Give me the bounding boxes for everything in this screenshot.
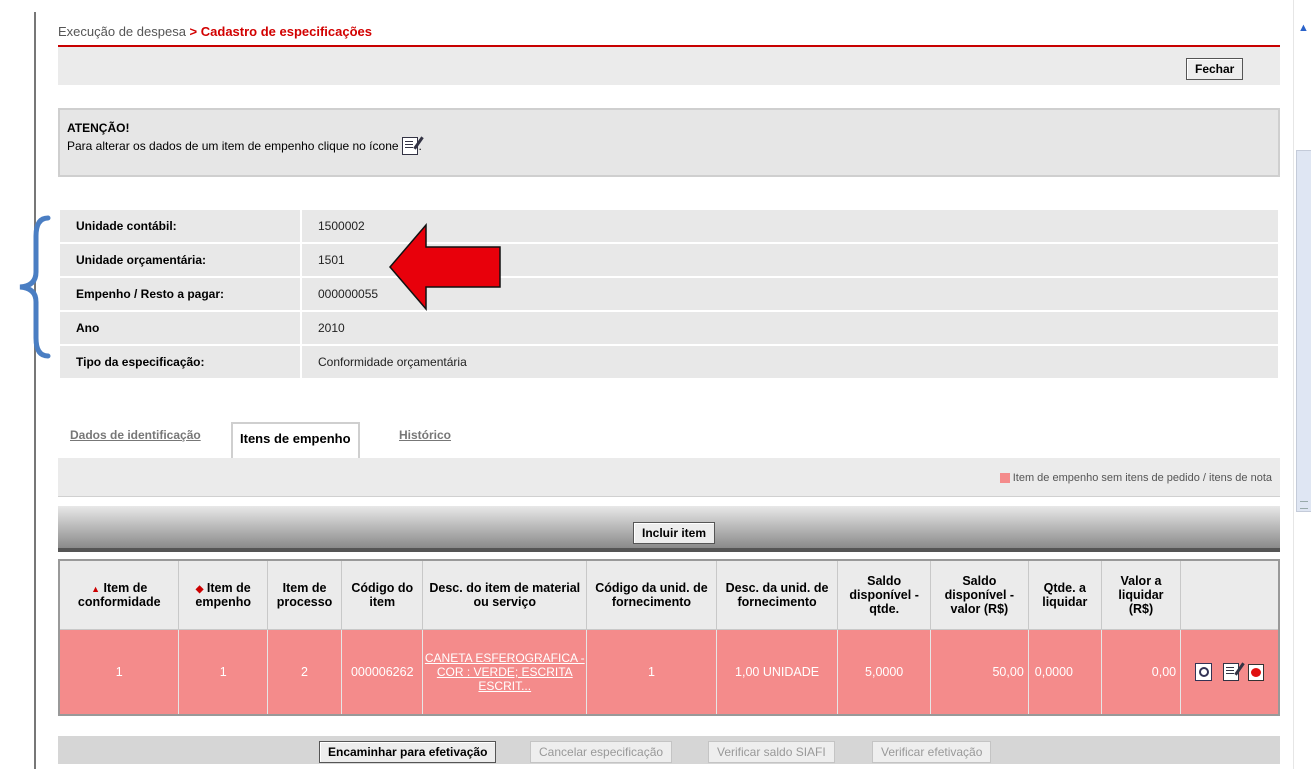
- info-label: Ano: [58, 310, 302, 346]
- info-row: Ano 2010: [58, 310, 1280, 346]
- legend-bar: Item de empenho sem itens de pedido / it…: [58, 458, 1280, 497]
- scrollbar-thumb[interactable]: [1296, 150, 1311, 512]
- cell-descricao: CANETA ESFEROGRAFICA - COR : VERDE; ESCR…: [422, 629, 588, 716]
- col-codigo-item: Código do item: [341, 559, 424, 630]
- tab-historico[interactable]: Histórico: [399, 428, 451, 442]
- tab-dados-identificacao[interactable]: Dados de identificação: [70, 428, 201, 442]
- attention-box: ATENÇÃO! Para alterar os dados de um ite…: [58, 108, 1280, 177]
- info-row: Unidade contábil: 1500002: [58, 208, 1280, 244]
- cell-codigo-item: 000006262: [341, 629, 424, 716]
- attention-message: Para alterar os dados de um item de empe…: [67, 137, 422, 155]
- info-row: Unidade orçamentária: 1501: [58, 242, 1280, 278]
- sort-asc-icon[interactable]: ▲: [91, 584, 100, 594]
- edit-icon[interactable]: [1223, 663, 1240, 681]
- info-row: Tipo da especificação: Conformidade orçam…: [58, 344, 1280, 380]
- legend: Item de empenho sem itens de pedido / it…: [999, 472, 1272, 484]
- legend-swatch: [999, 473, 1010, 483]
- tab-bar: Dados de identificação Itens de empenho …: [58, 422, 1280, 458]
- info-value: Conformidade orçamentária: [300, 344, 1280, 380]
- legend-label: Item de empenho sem itens de pedido / it…: [1012, 472, 1272, 484]
- verificar-efetivacao-button[interactable]: Verificar efetivação: [872, 741, 992, 763]
- col-desc-unid: Desc. da unid. de fornecimento: [715, 559, 839, 630]
- info-value: 2010: [300, 310, 1280, 346]
- col-saldo-valor: Saldo disponível - valor (R$): [929, 559, 1029, 630]
- col-acoes: [1180, 559, 1280, 630]
- attention-text: Para alterar os dados de um item de empe…: [67, 139, 399, 153]
- include-item-button[interactable]: Incluir item: [633, 522, 716, 544]
- col-item-empenho[interactable]: ◆ Item de empenho: [178, 559, 268, 630]
- cell-desc-unid: 1,00 UNIDADE: [715, 629, 839, 716]
- cell-item-conformidade: 1: [58, 629, 180, 716]
- col-header-label: Item de empenho: [195, 581, 251, 609]
- breadcrumb-parent[interactable]: Execução de despesa: [58, 24, 186, 39]
- item-description-link[interactable]: CANETA ESFEROGRAFICA - COR : VERDE; ESCR…: [424, 651, 585, 693]
- table-header-row: ▲ Item de conformidade ◆ Item de empenho…: [58, 559, 1280, 630]
- close-button[interactable]: Fechar: [1186, 58, 1244, 80]
- info-label: Unidade contábil:: [58, 208, 302, 244]
- info-label: Empenho / Resto a pagar:: [58, 276, 302, 312]
- cell-valor-liquidar: 0,00: [1100, 629, 1182, 716]
- col-item-conformidade[interactable]: ▲ Item de conformidade: [58, 559, 180, 630]
- left-divider: [34, 12, 36, 769]
- encaminhar-efetivacao-button[interactable]: Encaminhar para efetivação: [319, 741, 497, 763]
- annotation-brace: [19, 215, 51, 359]
- col-header-label: Qtde. a liquidar: [1042, 581, 1088, 609]
- sort-icon[interactable]: ◆: [196, 584, 204, 595]
- cell-qtde-liquidar: 0,0000: [1027, 629, 1102, 716]
- edit-icon: [401, 137, 418, 155]
- col-header-label: Item de processo: [276, 581, 333, 609]
- cell-acoes: [1180, 629, 1280, 716]
- scroll-up-icon[interactable]: ▲: [1298, 22, 1309, 34]
- col-header-label: Código da unid. de fornecimento: [595, 581, 708, 609]
- info-table: Unidade contábil: 1500002 Unidade orçamen…: [58, 208, 1280, 380]
- col-item-processo: Item de processo: [266, 559, 343, 630]
- col-codigo-unid: Código da unid. de fornecimento: [586, 559, 717, 630]
- verificar-saldo-siafi-button[interactable]: Verificar saldo SIAFI: [708, 741, 835, 763]
- top-toolbar: [58, 47, 1280, 85]
- col-header-label: Saldo disponível - qtde.: [849, 574, 919, 616]
- attention-title: ATENÇÃO!: [67, 121, 130, 135]
- info-label: Unidade orçamentária:: [58, 242, 302, 278]
- col-descricao: Desc. do item de material ou serviço: [422, 559, 588, 630]
- cell-saldo-valor: 50,00: [929, 629, 1029, 716]
- delete-icon[interactable]: [1248, 663, 1265, 681]
- col-header-label: Desc. do item de material ou serviço: [429, 581, 581, 609]
- tab-itens-empenho[interactable]: Itens de empenho: [231, 422, 360, 458]
- col-header-label: Código do item: [351, 581, 414, 609]
- col-valor-liquidar: Valor a liquidar (R$): [1100, 559, 1182, 630]
- col-qtde-liquidar: Qtde. a liquidar: [1027, 559, 1102, 630]
- col-header-label: Desc. da unid. de fornecimento: [725, 581, 829, 609]
- breadcrumb-separator: >: [185, 24, 201, 39]
- info-row: Empenho / Resto a pagar: 000000055: [58, 276, 1280, 312]
- cell-saldo-qtde: 5,0000: [837, 629, 931, 716]
- cell-codigo-unid: 1: [586, 629, 717, 716]
- annotation-arrow: [389, 223, 501, 311]
- cell-item-empenho: 1: [178, 629, 268, 716]
- col-saldo-qtde: Saldo disponível - qtde.: [837, 559, 931, 630]
- cell-item-processo: 2: [266, 629, 343, 716]
- table-row: 1 1 2 000006262 CANETA ESFEROGRAFICA - C…: [58, 629, 1280, 716]
- col-header-label: Saldo disponível - valor (R$): [944, 574, 1015, 616]
- cancelar-especificacao-button[interactable]: Cancelar especificação: [530, 741, 673, 763]
- info-label: Tipo da especificação:: [58, 344, 302, 380]
- col-header-label: Valor a liquidar (R$): [1118, 574, 1164, 616]
- view-icon[interactable]: [1195, 663, 1213, 681]
- items-table: ▲ Item de conformidade ◆ Item de empenho…: [58, 559, 1280, 716]
- breadcrumb-current: Cadastro de especificações: [200, 24, 373, 39]
- breadcrumb: Execução de despesa > Cadastro de especi…: [58, 24, 372, 39]
